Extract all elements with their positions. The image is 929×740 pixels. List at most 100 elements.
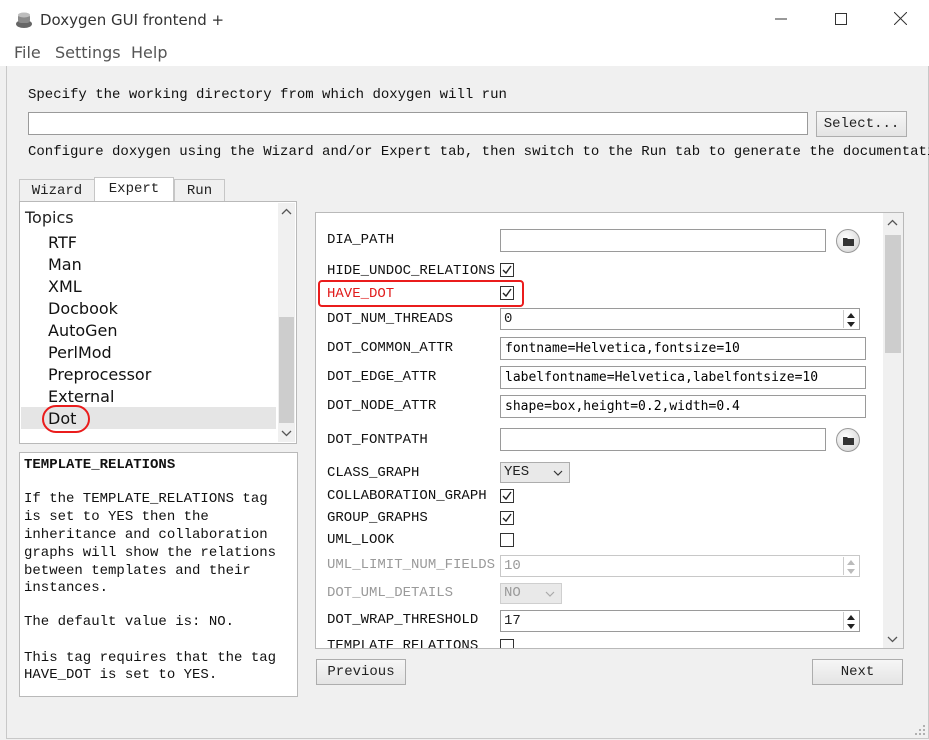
label-dot-fontpath: DOT_FONTPATH bbox=[327, 432, 428, 448]
label-collaboration-graph: COLLABORATION_GRAPH bbox=[327, 488, 487, 504]
close-button[interactable] bbox=[877, 6, 923, 34]
label-uml-limit-num-fields: UML_LIMIT_NUM_FIELDS bbox=[327, 557, 496, 573]
spin-down-icon bbox=[847, 322, 855, 327]
workdir-label: Specify the working directory from which… bbox=[28, 87, 507, 103]
class-graph-value: YES bbox=[504, 464, 530, 480]
topics-scroll-thumb[interactable] bbox=[279, 317, 294, 423]
uml-limit-num-fields-spinbox[interactable]: 10 bbox=[500, 555, 860, 577]
menu-file[interactable]: File bbox=[14, 43, 41, 62]
class-graph-select[interactable]: YES bbox=[500, 462, 570, 483]
dot-fontpath-input[interactable] bbox=[500, 428, 826, 451]
spin-arrows[interactable] bbox=[843, 557, 858, 575]
label-dia-path: DIA_PATH bbox=[327, 232, 395, 248]
topic-perlmod[interactable]: PerlMod bbox=[48, 343, 112, 362]
topic-man[interactable]: Man bbox=[48, 255, 82, 274]
chevron-up-icon bbox=[281, 208, 292, 215]
label-group-graphs: GROUP_GRAPHS bbox=[327, 510, 428, 526]
label-dot-edge-attr: DOT_EDGE_ATTR bbox=[327, 369, 437, 385]
label-dot-node-attr: DOT_NODE_ATTR bbox=[327, 398, 437, 414]
dot-wrap-threshold-value: 17 bbox=[504, 613, 521, 629]
uml-look-checkbox[interactable] bbox=[500, 533, 514, 547]
dia-path-input[interactable] bbox=[500, 229, 826, 252]
chevron-down-icon bbox=[553, 470, 563, 476]
folder-icon bbox=[843, 238, 854, 246]
folder-icon bbox=[843, 437, 854, 445]
resize-grip-icon[interactable] bbox=[914, 724, 926, 736]
description-line-2: is set to YES then the bbox=[24, 509, 209, 525]
tab-expert[interactable]: Expert bbox=[94, 177, 174, 202]
doxygen-app-icon bbox=[16, 12, 32, 28]
checkmark-icon bbox=[502, 491, 512, 501]
description-line-3: inheritance and collaboration bbox=[24, 527, 268, 543]
settings-scrollbar[interactable] bbox=[883, 213, 903, 648]
description-requires-2: HAVE_DOT is set to YES. bbox=[24, 667, 218, 683]
description-requires-1: This tag requires that the tag bbox=[24, 650, 277, 666]
topic-xml[interactable]: XML bbox=[48, 277, 82, 296]
spin-up-icon bbox=[847, 615, 855, 620]
group-graphs-checkbox[interactable] bbox=[500, 511, 514, 525]
select-button[interactable]: Select... bbox=[816, 111, 907, 137]
hide-undoc-relations-checkbox[interactable] bbox=[500, 263, 514, 277]
tab-run[interactable]: Run bbox=[174, 179, 225, 201]
label-dot-common-attr: DOT_COMMON_ATTR bbox=[327, 340, 454, 356]
tab-wizard[interactable]: Wizard bbox=[19, 179, 95, 201]
spin-arrows[interactable] bbox=[843, 310, 858, 328]
topics-scrollbar[interactable] bbox=[278, 203, 295, 442]
workdir-hint: Configure doxygen using the Wizard and/o… bbox=[28, 144, 929, 160]
topic-docbook[interactable]: Docbook bbox=[48, 299, 118, 318]
chevron-down-icon bbox=[281, 430, 292, 437]
collaboration-graph-checkbox[interactable] bbox=[500, 489, 514, 503]
checkmark-icon bbox=[502, 513, 512, 523]
dot-uml-details-value: NO bbox=[504, 585, 521, 601]
spin-arrows[interactable] bbox=[843, 612, 858, 630]
chevron-down-icon bbox=[545, 591, 555, 597]
workdir-input[interactable] bbox=[28, 112, 808, 135]
dot-edge-attr-input[interactable] bbox=[500, 366, 866, 389]
template-relations-checkbox[interactable] bbox=[500, 639, 514, 648]
label-hide-undoc-relations: HIDE_UNDOC_RELATIONS bbox=[327, 263, 496, 279]
dot-fontpath-browse-button[interactable] bbox=[836, 428, 860, 452]
description-line-4: graphs will show the relations bbox=[24, 545, 277, 561]
description-title: TEMPLATE_RELATIONS bbox=[24, 457, 176, 473]
window-title: Doxygen GUI frontend + bbox=[40, 11, 225, 29]
label-dot-wrap-threshold: DOT_WRAP_THRESHOLD bbox=[327, 612, 479, 628]
label-uml-look: UML_LOOK bbox=[327, 532, 395, 548]
dot-uml-details-select[interactable]: NO bbox=[500, 583, 562, 604]
checkmark-icon bbox=[502, 265, 512, 275]
label-class-graph: CLASS_GRAPH bbox=[327, 465, 420, 481]
minimize-icon bbox=[775, 18, 787, 20]
description-line-5: between templates and their bbox=[24, 563, 251, 579]
label-dot-num-threads: DOT_NUM_THREADS bbox=[327, 311, 454, 327]
spin-down-icon bbox=[847, 624, 855, 629]
dot-node-attr-input[interactable] bbox=[500, 395, 866, 418]
dot-num-threads-spinbox[interactable]: 0 bbox=[500, 308, 860, 330]
menu-help[interactable]: Help bbox=[131, 43, 167, 62]
topic-autogen[interactable]: AutoGen bbox=[48, 321, 118, 340]
spin-up-icon bbox=[847, 313, 855, 318]
dot-highlight-ellipse bbox=[42, 405, 90, 433]
description-line-1: If the TEMPLATE_RELATIONS tag bbox=[24, 491, 268, 507]
dot-common-attr-input[interactable] bbox=[500, 337, 866, 360]
minimize-button[interactable] bbox=[758, 6, 804, 34]
menu-settings[interactable]: Settings bbox=[55, 43, 121, 62]
have-dot-highlight-box bbox=[318, 280, 524, 307]
chevron-down-icon bbox=[887, 636, 898, 643]
settings-scroll-thumb[interactable] bbox=[885, 235, 901, 353]
chevron-up-icon bbox=[887, 219, 898, 226]
description-line-6: instances. bbox=[24, 580, 109, 596]
maximize-button[interactable] bbox=[818, 6, 864, 34]
topic-rtf[interactable]: RTF bbox=[48, 233, 77, 252]
next-button[interactable]: Next bbox=[812, 659, 903, 685]
label-dot-uml-details: DOT_UML_DETAILS bbox=[327, 585, 454, 601]
previous-button[interactable]: Previous bbox=[316, 659, 406, 685]
topic-preprocessor[interactable]: Preprocessor bbox=[48, 365, 151, 384]
dia-path-browse-button[interactable] bbox=[836, 229, 860, 253]
dot-wrap-threshold-spinbox[interactable]: 17 bbox=[500, 610, 860, 632]
spin-down-icon bbox=[847, 569, 855, 574]
uml-limit-num-fields-value: 10 bbox=[504, 558, 521, 574]
topics-header: Topics bbox=[25, 208, 74, 227]
spin-up-icon bbox=[847, 560, 855, 565]
topic-external[interactable]: External bbox=[48, 387, 114, 406]
label-template-relations: TEMPLATE_RELATIONS bbox=[327, 638, 479, 648]
template-relations-row-clip: TEMPLATE_RELATIONS bbox=[316, 637, 882, 648]
